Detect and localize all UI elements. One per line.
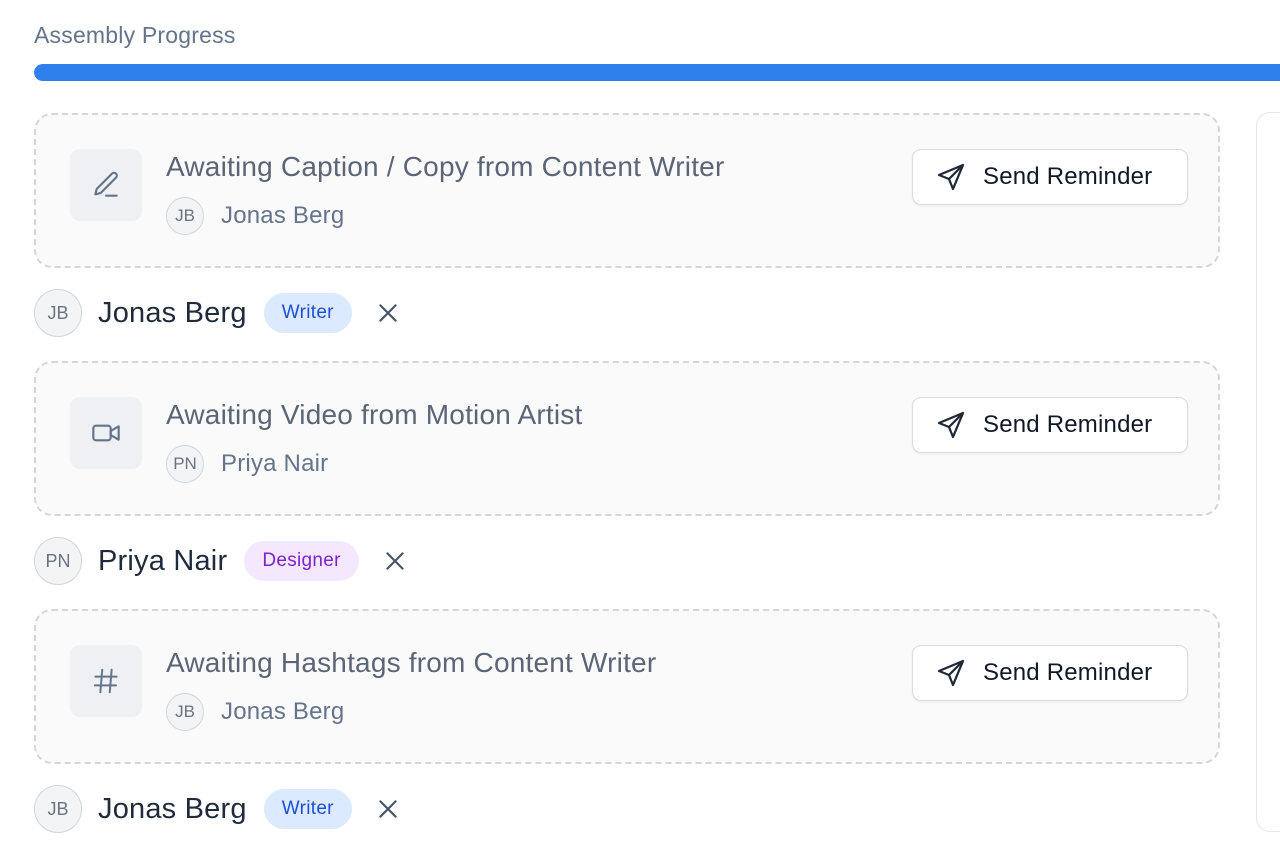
progress-bar (34, 64, 1280, 81)
assignee-row: JB Jonas Berg Writer (34, 289, 402, 337)
side-panel (1256, 112, 1280, 832)
progress-label: Assembly Progress (34, 22, 236, 48)
send-reminder-button[interactable]: Send Reminder (912, 397, 1188, 453)
send-icon (935, 161, 967, 193)
assignee-row: JB Jonas Berg Writer (34, 785, 402, 833)
send-reminder-button[interactable]: Send Reminder (912, 149, 1188, 205)
role-badge: Writer (263, 789, 352, 829)
avatar: PN (166, 445, 204, 483)
send-reminder-label: Send Reminder (983, 659, 1153, 686)
role-badge: Designer (244, 541, 359, 581)
close-icon (386, 552, 404, 570)
assignee-name: Priya Nair (98, 544, 228, 577)
send-reminder-label: Send Reminder (983, 163, 1153, 190)
pending-item-card: Awaiting Hashtags from Content Writer JB… (34, 609, 1220, 764)
hashtag-icon (70, 645, 142, 717)
pencil-icon (70, 149, 142, 221)
role-badge: Writer (263, 293, 352, 333)
card-assignee: PN Priya Nair (166, 445, 328, 483)
card-assignee-name: Jonas Berg (221, 202, 345, 229)
progress-bar-fill (34, 64, 1280, 81)
avatar: PN (34, 537, 82, 585)
send-reminder-label: Send Reminder (983, 411, 1153, 438)
card-title: Awaiting Video from Motion Artist (166, 399, 583, 430)
pending-item-card: Awaiting Video from Motion Artist PN Pri… (34, 361, 1220, 516)
card-assignee-name: Jonas Berg (221, 698, 345, 725)
send-icon (935, 657, 967, 689)
remove-assignee-button[interactable] (374, 299, 402, 327)
card-title: Awaiting Caption / Copy from Content Wri… (166, 151, 725, 182)
video-camera-icon (70, 397, 142, 469)
close-icon (379, 800, 397, 818)
avatar: JB (34, 785, 82, 833)
pending-item-card: Awaiting Caption / Copy from Content Wri… (34, 113, 1220, 268)
send-reminder-button[interactable]: Send Reminder (912, 645, 1188, 701)
avatar: JB (166, 197, 204, 235)
send-icon (935, 409, 967, 441)
remove-assignee-button[interactable] (381, 547, 409, 575)
avatar: JB (34, 289, 82, 337)
assignee-name: Jonas Berg (98, 792, 247, 825)
avatar: JB (166, 693, 204, 731)
card-title: Awaiting Hashtags from Content Writer (166, 647, 657, 678)
card-assignee: JB Jonas Berg (166, 197, 344, 235)
card-assignee-name: Priya Nair (221, 450, 329, 477)
assignee-name: Jonas Berg (98, 296, 247, 329)
assignee-row: PN Priya Nair Designer (34, 537, 409, 585)
close-icon (379, 304, 397, 322)
remove-assignee-button[interactable] (374, 795, 402, 823)
card-assignee: JB Jonas Berg (166, 693, 344, 731)
